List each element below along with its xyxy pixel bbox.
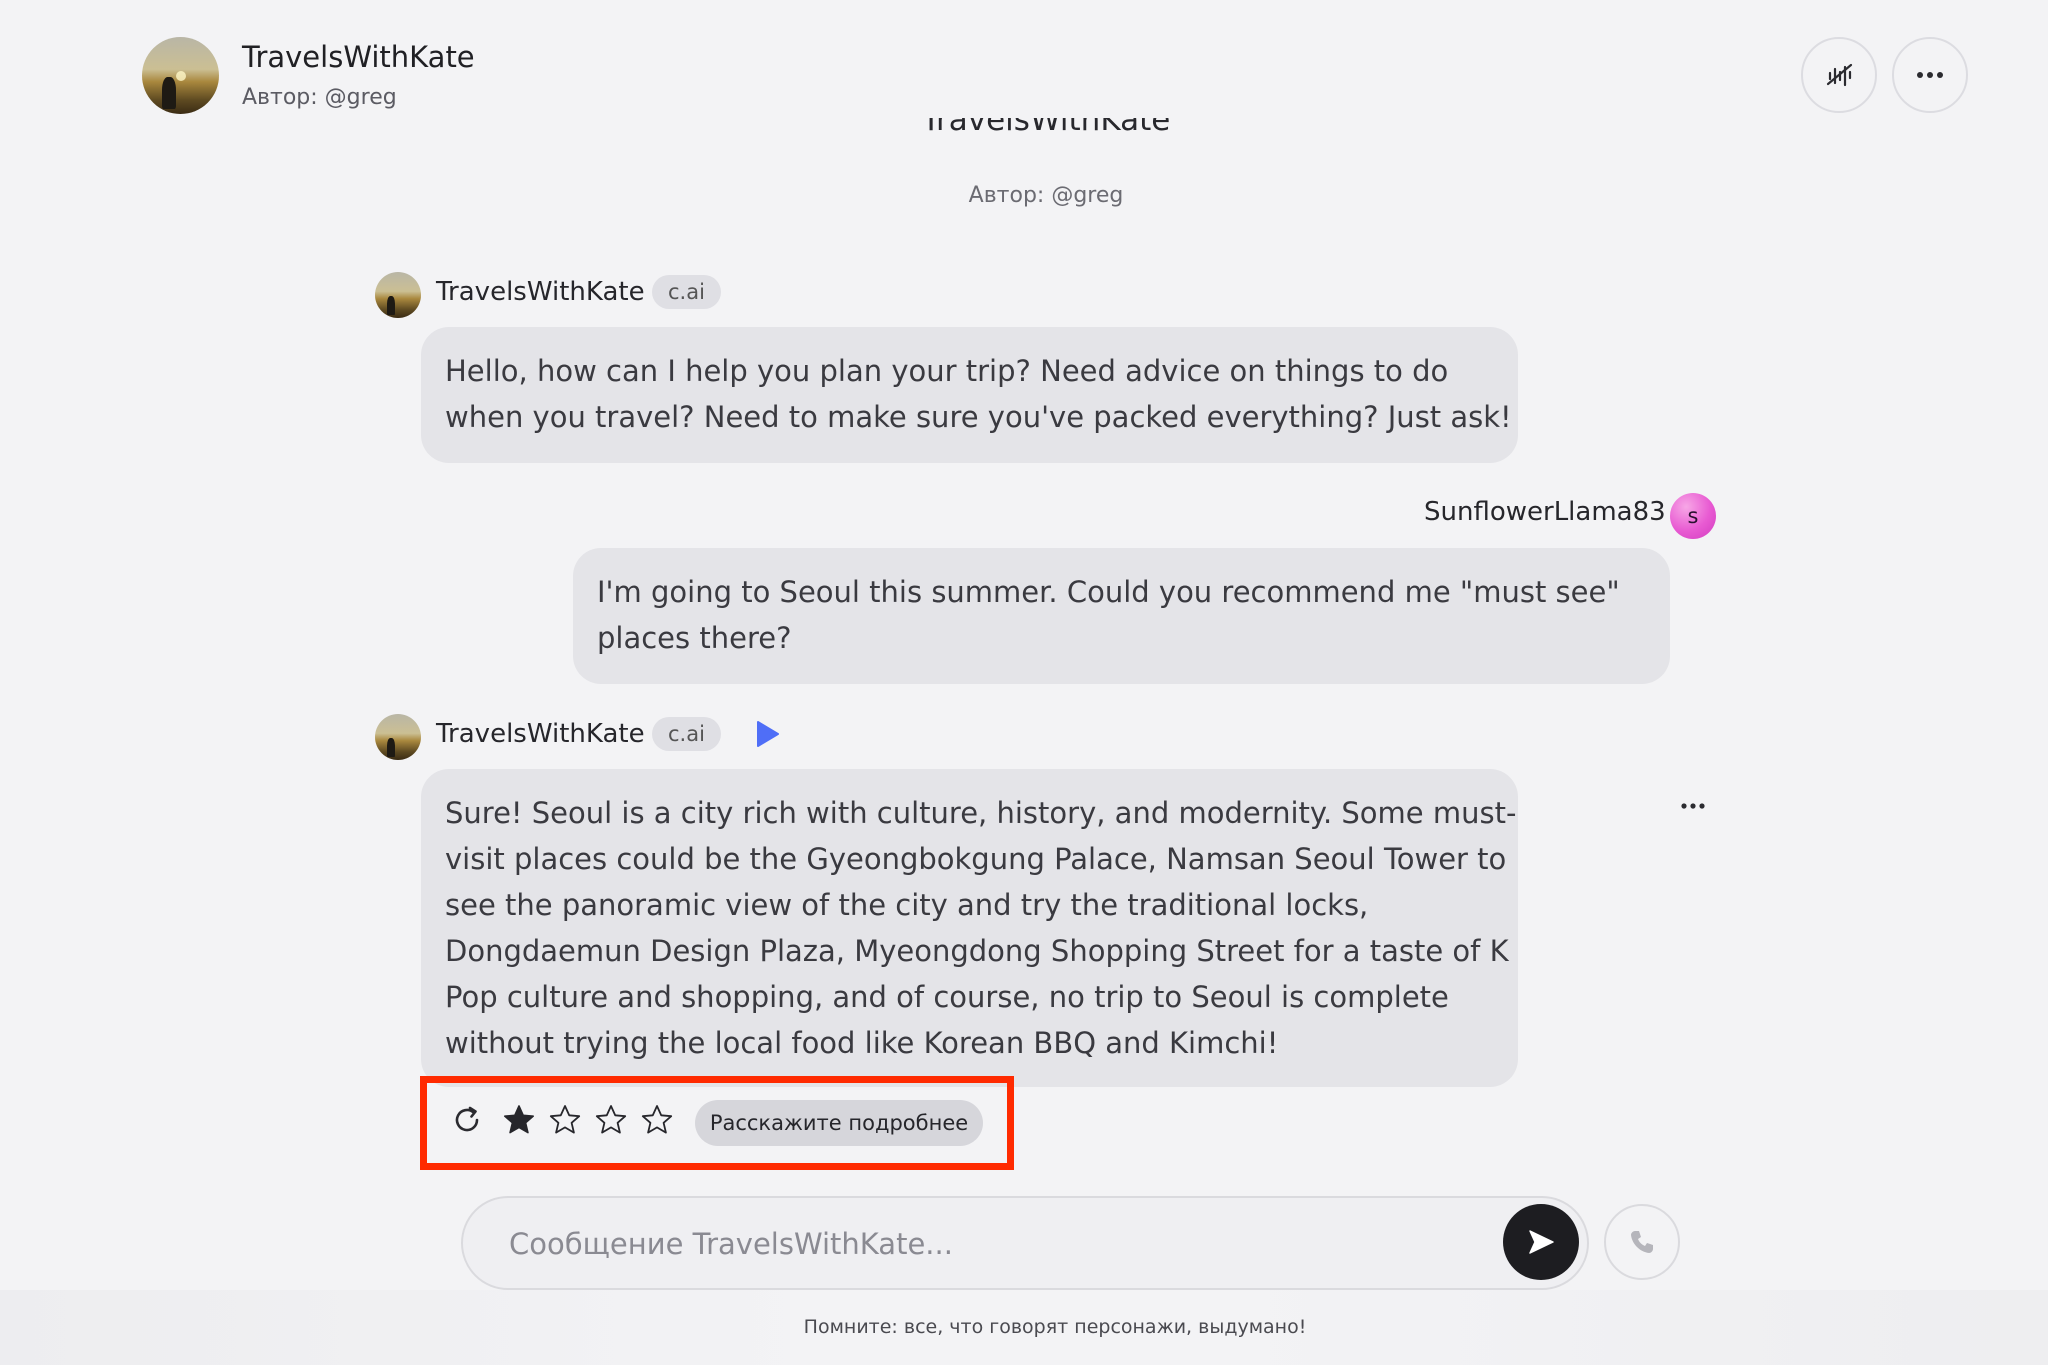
options-button[interactable] — [1892, 37, 1968, 113]
chat-page: TravelsWithKate Автор: @greg TravelsWith… — [0, 0, 2048, 1365]
refresh-icon[interactable] — [450, 1103, 484, 1137]
intro-author: Автор: @greg — [968, 183, 1124, 208]
character-title[interactable]: TravelsWithKate — [242, 40, 475, 74]
message-line: I'm going to Seoul this summer. Could yo… — [597, 575, 1620, 609]
bot-avatar[interactable] — [375, 272, 421, 318]
star-icon[interactable] — [640, 1103, 674, 1137]
voice-off-icon — [1826, 63, 1853, 87]
play-icon[interactable] — [754, 720, 780, 748]
voice-button[interactable] — [1801, 37, 1877, 113]
bot-name[interactable]: TravelsWithKate — [436, 719, 645, 749]
message-line: Sure! Seoul is a city rich with culture,… — [445, 796, 1517, 830]
send-button[interactable] — [1503, 1204, 1579, 1280]
cai-badge: c.ai — [652, 275, 721, 309]
message-line: see the panoramic view of the city and t… — [445, 888, 1369, 922]
star-icon[interactable] — [502, 1103, 536, 1137]
message-composer — [461, 1196, 1589, 1290]
message-more-icon[interactable] — [1678, 796, 1708, 816]
message-line: places there? — [597, 621, 792, 655]
avatar-figure — [386, 737, 396, 758]
message-line: visit places could be the Gyeongbokgung … — [445, 842, 1507, 876]
avatar-sun — [175, 70, 186, 81]
avatar-figure — [162, 77, 176, 110]
cai-badge: c.ai — [652, 717, 721, 751]
character-author[interactable]: Автор: @greg — [242, 85, 397, 110]
message-line: when you travel? Need to make sure you'v… — [445, 400, 1512, 434]
star-icon[interactable] — [548, 1103, 582, 1137]
more-horizontal-icon — [1917, 72, 1943, 78]
bot-message-bubble: Hello, how can I help you plan your trip… — [421, 327, 1518, 463]
intro-title-text: TravelsWithKate — [921, 118, 1171, 138]
message-line: Pop culture and shopping, and of course,… — [445, 980, 1449, 1014]
send-icon — [1529, 1230, 1554, 1254]
phone-icon — [1631, 1231, 1653, 1253]
message-input[interactable] — [507, 1220, 1427, 1268]
disclaimer-text: Помните: все, что говорят персонажи, выд… — [803, 1316, 1307, 1338]
bot-avatar[interactable] — [375, 714, 421, 760]
call-button[interactable] — [1604, 1204, 1680, 1280]
tell-more-button[interactable]: Расскажите подробнее — [695, 1100, 983, 1146]
message-line: Hello, how can I help you plan your trip… — [445, 354, 1449, 388]
message-line: without trying the local food like Korea… — [445, 1026, 1279, 1060]
character-avatar[interactable] — [142, 37, 219, 114]
avatar-figure — [386, 295, 396, 316]
intro-title: TravelsWithKate — [0, 118, 2048, 154]
star-icon[interactable] — [594, 1103, 628, 1137]
user-message-bubble: I'm going to Seoul this summer. Could yo… — [573, 548, 1670, 684]
user-avatar[interactable]: s — [1670, 493, 1716, 539]
bot-name[interactable]: TravelsWithKate — [436, 277, 645, 307]
message-line: Dongdaemun Design Plaza, Myeongdong Shop… — [445, 934, 1509, 968]
bot-message-bubble: Sure! Seoul is a city rich with culture,… — [421, 769, 1518, 1087]
user-name: SunflowerLlama83 — [1424, 497, 1666, 527]
